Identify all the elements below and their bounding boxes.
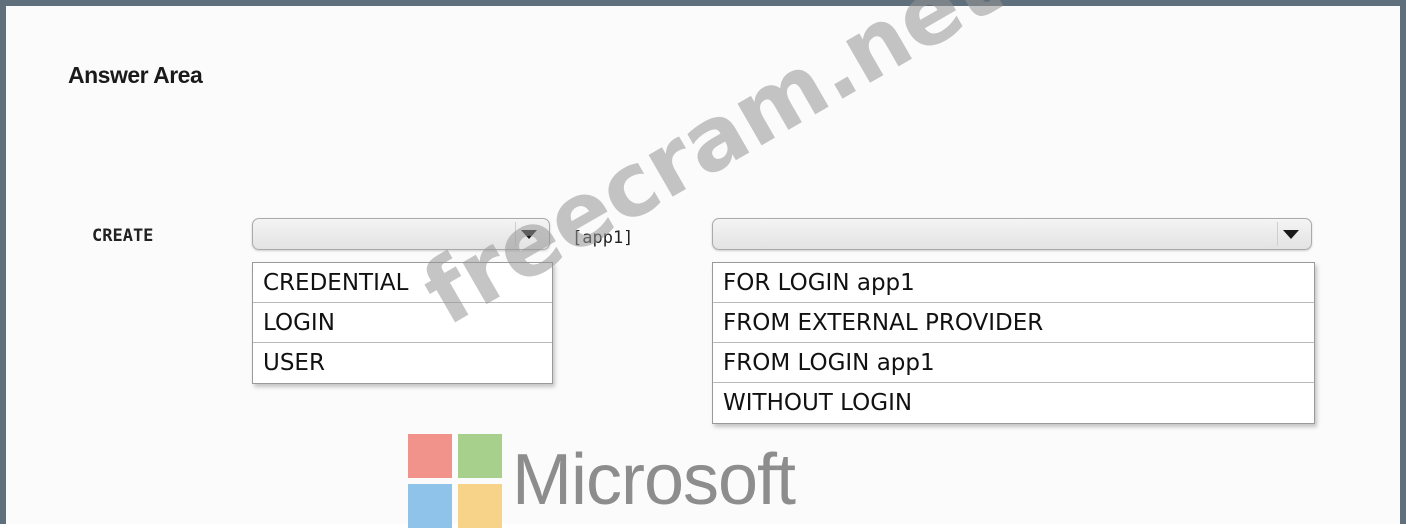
option-credential[interactable]: CREDENTIAL (253, 263, 552, 303)
microsoft-wordmark: Microsoft (512, 440, 796, 520)
option-from-external-provider[interactable]: FROM EXTERNAL PROVIDER (713, 303, 1314, 343)
answer-area-panel: Answer Area CREATE CREDENTIAL LOGIN USER… (0, 0, 1406, 528)
principal-type-select[interactable] (252, 218, 550, 250)
logo-yellow-square (458, 484, 502, 528)
option-for-login[interactable]: FOR LOGIN app1 (713, 263, 1314, 303)
chevron-down-icon (520, 229, 537, 239)
option-login[interactable]: LOGIN (253, 303, 552, 343)
page-title: Answer Area (68, 62, 203, 88)
logo-green-square (458, 434, 502, 478)
clause-options: FOR LOGIN app1 FROM EXTERNAL PROVIDER FR… (712, 262, 1315, 424)
chevron-down-icon (1282, 229, 1299, 239)
option-user[interactable]: USER (253, 343, 552, 383)
app-name-label: [app1] (572, 228, 634, 248)
logo-blue-square (408, 484, 452, 528)
clause-dropdown-button[interactable] (1277, 222, 1303, 246)
create-keyword: CREATE (92, 226, 154, 246)
microsoft-logo-icon (408, 434, 504, 530)
option-without-login[interactable]: WITHOUT LOGIN (713, 383, 1314, 423)
principal-type-dropdown-button[interactable] (515, 222, 541, 246)
clause-select[interactable] (712, 218, 1312, 250)
principal-type-options: CREDENTIAL LOGIN USER (252, 262, 553, 384)
option-from-login[interactable]: FROM LOGIN app1 (713, 343, 1314, 383)
logo-red-square (408, 434, 452, 478)
